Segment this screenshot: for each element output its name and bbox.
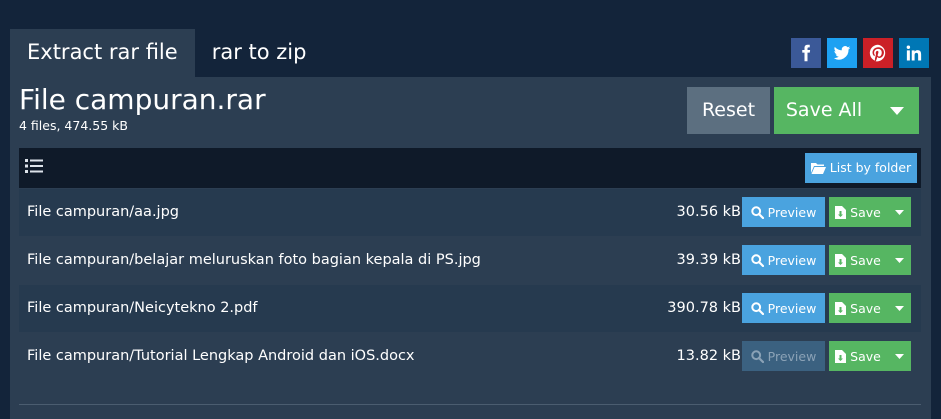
file-size: 30.56 kB [676,204,741,220]
save-all-label: Save All [785,99,863,121]
file-size: 390.78 kB [667,300,741,316]
save-label: Save [850,204,881,220]
save-button[interactable]: Save [829,197,911,227]
file-row: File campuran/aa.jpg 30.56 kB Preview Save [19,189,921,236]
search-icon [750,301,764,315]
file-name: File campuran/aa.jpg [27,204,179,220]
save-dropdown-toggle[interactable] [887,293,911,323]
caret-down-icon [894,305,904,311]
list-by-folder-button[interactable]: List by folder [805,153,917,183]
pinterest-share-button[interactable] [863,38,893,68]
folder-open-icon [810,163,826,174]
file-download-icon [835,205,847,219]
divider [19,404,921,405]
reset-button[interactable]: Reset [687,87,770,134]
linkedin-share-button[interactable] [899,38,929,68]
save-button[interactable]: Save [829,245,911,275]
preview-label: Preview [767,300,817,316]
save-label: Save [850,252,881,268]
pinterest-icon [869,44,887,62]
file-list-toolbar: List by folder [19,148,921,188]
caret-down-icon [894,209,904,215]
save-label: Save [850,348,881,364]
facebook-share-button[interactable] [791,38,821,68]
file-download-icon [835,253,847,267]
file-name: File campuran/Tutorial Lengkap Android d… [27,348,415,364]
file-download-icon [835,349,847,363]
file-size: 39.39 kB [676,252,741,268]
save-button[interactable]: Save [829,293,911,323]
save-label: Save [850,300,881,316]
preview-button[interactable]: Preview [742,197,825,227]
list-by-folder-label: List by folder [829,160,912,175]
caret-down-icon [894,353,904,359]
tab-bar: Extract rar file rar to zip [10,29,323,77]
search-icon [750,253,764,267]
archive-summary: 4 files, 474.55 kB [19,118,128,133]
social-share-bar [791,38,929,68]
file-row: File campuran/Neicytekno 2.pdf 390.78 kB P… [19,285,921,332]
linkedin-icon [905,44,923,62]
twitter-icon [833,44,851,62]
search-icon [750,349,764,363]
save-main[interactable]: Save [829,197,887,227]
file-list: File campuran/aa.jpg 30.56 kB Preview Save F… [19,189,921,381]
save-dropdown-toggle[interactable] [887,197,911,227]
file-size: 13.82 kB [676,348,741,364]
archive-title: File campuran.rar [19,83,266,116]
tab-rar-to-zip[interactable]: rar to zip [195,29,324,77]
search-icon [750,205,764,219]
caret-down-icon [889,106,904,115]
save-dropdown-toggle[interactable] [887,341,911,371]
save-main[interactable]: Save [829,293,887,323]
preview-button: Preview [742,341,825,371]
file-row: File campuran/belajar meluruskan foto ba… [19,237,921,284]
file-row: File campuran/Tutorial Lengkap Android d… [19,333,921,380]
extract-panel: File campuran.rar 4 files, 474.55 kB Res… [10,77,931,419]
twitter-share-button[interactable] [827,38,857,68]
save-button[interactable]: Save [829,341,911,371]
save-all-button[interactable]: Save All [774,87,919,134]
preview-label: Preview [767,204,817,220]
file-name: File campuran/belajar meluruskan foto ba… [27,252,481,268]
file-download-icon [835,301,847,315]
file-name: File campuran/Neicytekno 2.pdf [27,300,258,316]
preview-label: Preview [767,348,817,364]
preview-button[interactable]: Preview [742,293,825,323]
list-view-icon[interactable] [25,158,43,173]
preview-label: Preview [767,252,817,268]
save-dropdown-toggle[interactable] [887,245,911,275]
save-main[interactable]: Save [829,341,887,371]
preview-button[interactable]: Preview [742,245,825,275]
save-main[interactable]: Save [829,245,887,275]
facebook-icon [797,44,815,62]
caret-down-icon [894,257,904,263]
save-all-dropdown-toggle[interactable] [874,87,919,134]
tab-extract-rar[interactable]: Extract rar file [10,29,195,77]
